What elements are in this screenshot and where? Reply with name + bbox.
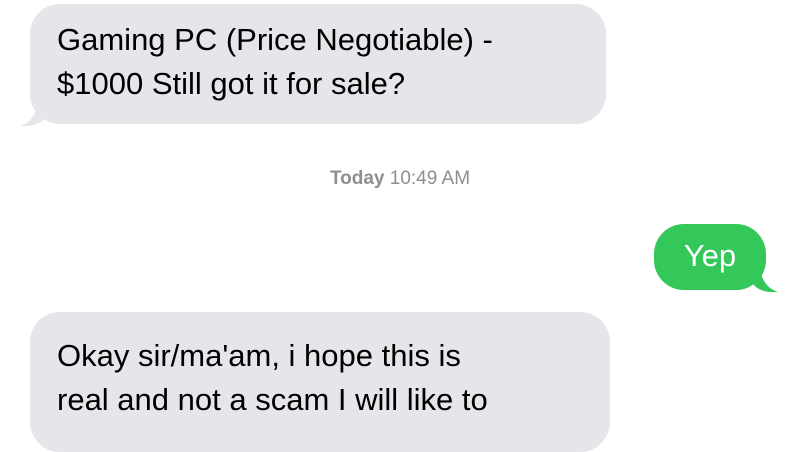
incoming-message-bubble[interactable]: Gaming PC (Price Negotiable) - $1000 Sti… [30, 4, 606, 124]
message-text: Yep [683, 238, 737, 273]
message-line: $1000 Still got it for sale? [57, 66, 406, 101]
message-timestamp: Today 10:49 AM [0, 168, 800, 190]
timestamp-day: Today [329, 168, 385, 189]
incoming-bubble-tail [20, 98, 46, 127]
outgoing-bubble-tail [752, 264, 778, 293]
message-line: real and not a scam I will like to [57, 382, 488, 417]
incoming-message-bubble[interactable]: Okay sir/ma'am, i hope this is real and … [30, 312, 610, 452]
timestamp-time: 10:49 AM [389, 168, 471, 189]
outgoing-message-bubble[interactable]: Yep [654, 224, 766, 290]
message-line: Okay sir/ma'am, i hope this is [57, 338, 461, 373]
message-line: Gaming PC (Price Negotiable) - [57, 22, 493, 57]
message-thread: Gaming PC (Price Negotiable) - $1000 Sti… [0, 0, 800, 452]
